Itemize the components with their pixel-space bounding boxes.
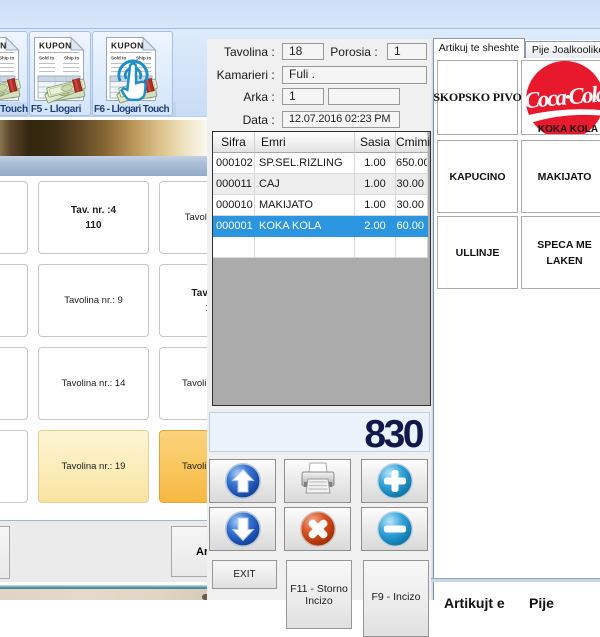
svg-text:KOKA KOLA: KOKA KOLA xyxy=(538,124,598,134)
